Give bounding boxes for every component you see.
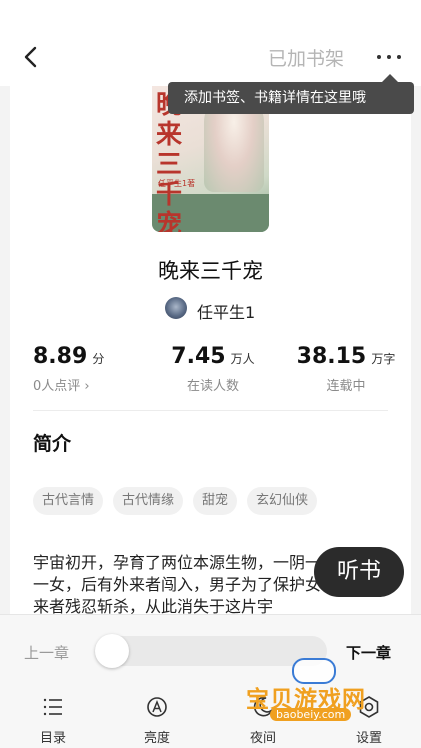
tag-item[interactable]: 甜宠 xyxy=(193,487,238,515)
readers-value: 7.45 xyxy=(171,344,226,369)
serial-status-label: 连载中 xyxy=(326,379,366,394)
tag-list: 古代言情 古代情缘 甜宠 玄幻仙侠 xyxy=(33,487,318,515)
top-bar: 已加书架 xyxy=(0,0,421,86)
list-icon xyxy=(43,698,62,716)
wordcount-stat: 38.15 万字 连载中 xyxy=(296,344,396,394)
slider-handle[interactable] xyxy=(95,634,129,668)
toc-label: 目录 xyxy=(39,731,66,746)
readers-stat: 7.45 万人 在读人数 xyxy=(168,344,258,394)
intro-heading: 简介 xyxy=(33,433,72,455)
wordcount-unit: 万字 xyxy=(371,352,396,366)
brightness-label: 亮度 xyxy=(143,731,170,746)
rating-value: 8.89 xyxy=(33,344,88,369)
bookmark-tooltip: 添加书签、书籍详情在这里哦 xyxy=(168,82,414,114)
settings-label: 设置 xyxy=(355,731,382,746)
wordcount-value: 38.15 xyxy=(296,344,367,369)
more-dots-icon xyxy=(377,55,401,59)
review-count-link[interactable]: 0人点评 › xyxy=(33,375,153,394)
more-button[interactable] xyxy=(372,44,406,70)
readers-unit: 万人 xyxy=(230,352,255,366)
chevron-left-icon xyxy=(24,46,37,68)
readers-label: 在读人数 xyxy=(186,379,239,394)
back-button[interactable] xyxy=(18,40,48,74)
tag-item[interactable]: 玄幻仙侠 xyxy=(247,487,318,515)
night-mode-label: 夜间 xyxy=(249,731,276,746)
rating-unit: 分 xyxy=(92,352,105,366)
brightness-icon xyxy=(147,697,167,717)
next-chapter-button[interactable]: 下一章 xyxy=(346,642,391,663)
divider xyxy=(33,410,388,411)
listen-button[interactable]: 听书 xyxy=(314,547,404,597)
brightness-button[interactable]: 亮度 xyxy=(127,695,187,746)
book-title: 晚来三千宠 xyxy=(158,259,263,283)
chapter-progress-slider[interactable] xyxy=(97,636,327,666)
rating-stat[interactable]: 8.89 分 0人点评 › xyxy=(33,344,153,394)
added-to-shelf-label[interactable]: 已加书架 xyxy=(268,44,344,71)
watermark-url: baobeiy.com xyxy=(270,708,352,721)
author-name[interactable]: 任平生1 xyxy=(197,299,255,323)
cover-author-text: 任平生1著 xyxy=(158,179,196,188)
tag-item[interactable]: 古代情缘 xyxy=(113,487,184,515)
author-avatar[interactable] xyxy=(165,297,187,319)
tooltip-arrow xyxy=(382,74,398,82)
prev-chapter-button[interactable]: 上一章 xyxy=(24,642,69,663)
tag-item[interactable]: 古代言情 xyxy=(33,487,104,515)
toc-button[interactable]: 目录 xyxy=(23,695,83,746)
